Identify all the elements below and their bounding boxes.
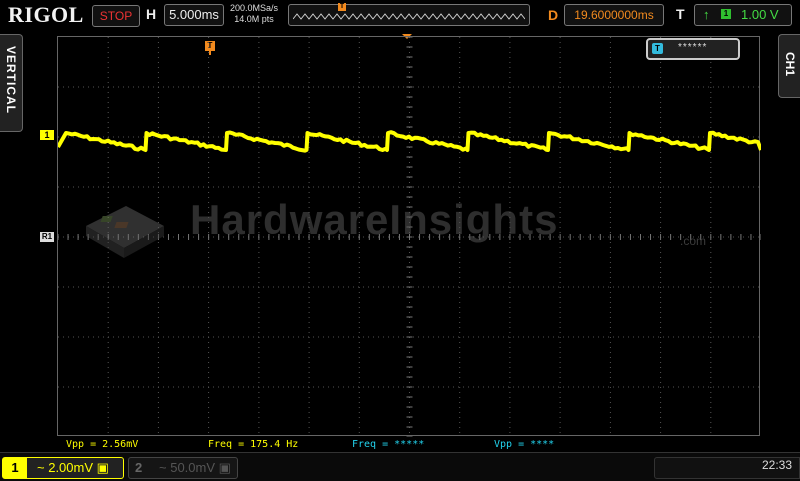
trigger-position-top-marker: T [338,3,346,11]
bandwidth-limit-icon: ▣ [96,460,109,475]
brand-logo: RIGOL [8,2,84,27]
delay-label: D [548,7,559,23]
measurement-ch2-freq[interactable]: Freq = ***** [352,439,424,450]
ch1-number: 1 [3,458,27,478]
ch1-scale: ~ 2.00mV ▣ [37,460,109,476]
channel-menu-label: CH1 [783,51,797,76]
ch2-tab[interactable]: 2 ~ 50.0mV ▣ [128,457,238,479]
timebase-value[interactable]: 5.000ms [164,4,224,26]
ch1-offset-marker[interactable]: 1 [40,130,54,140]
ch2-scale-value: 50.0mV [170,460,216,475]
bottom-channel-bar: 1 ~ 2.00mV ▣ 2 ~ 50.0mV ▣ [0,452,800,481]
ch2-number: 2 [135,460,143,475]
trigger-icon: T [652,43,663,54]
measurement-ch2-vpp[interactable]: Vpp = **** [494,439,554,450]
horizontal-label: H [146,6,157,22]
watermark-text: HardwareInsights [190,196,559,243]
watermark-logo-icon [86,206,164,258]
reference-marker[interactable]: R1 [40,232,54,242]
bandwidth-limit-icon: ▣ [218,460,231,475]
ch2-scale: ~ 50.0mV ▣ [159,460,231,476]
memory-overview-waveform [293,13,525,20]
vertical-menu-label: VERTICAL [4,46,18,114]
trigger-source-badge: 1 [721,9,731,19]
trigger-settings[interactable]: ↑ 1 1.00 V [694,4,792,26]
trigger-delay-value[interactable]: 19.6000000ms [564,4,664,26]
memory-overview-bar[interactable] [288,4,530,26]
watermark-suffix: .com [680,234,707,248]
ch1-tab[interactable]: 1 ~ 2.00mV ▣ [2,457,124,479]
trigger-level-value: 1.00 V [741,7,779,22]
channel-menu-tab[interactable]: CH1 [778,34,800,98]
sample-rate: 200.0MSa/s [229,3,279,13]
ac-coupling-icon: ~ [37,460,45,475]
ac-coupling-icon: ~ [159,460,167,475]
trigger-status-text: ****** [678,42,708,53]
top-status-bar: RIGOL STOP H 5.000ms 200.0MSa/s 14.0M pt… [0,0,800,30]
vertical-menu-tab[interactable]: VERTICAL [0,34,23,132]
acquisition-info: 200.0MSa/s 14.0M pts [228,3,280,25]
measurement-ch1-freq[interactable]: Freq = 175.4 Hz [208,439,298,450]
measurement-ch1-vpp[interactable]: Vpp = 2.56mV [66,439,138,450]
rising-edge-icon: ↑ [703,7,710,22]
trigger-label: T [676,6,685,22]
run-stop-indicator[interactable]: STOP [92,5,140,27]
ch1-trace [58,130,761,153]
trigger-status-popup[interactable]: T ****** [646,38,740,60]
system-clock: 22:33 [762,458,793,472]
memory-depth: 14.0M pts [234,14,274,24]
ch1-scale-value: 2.00mV [48,460,94,475]
